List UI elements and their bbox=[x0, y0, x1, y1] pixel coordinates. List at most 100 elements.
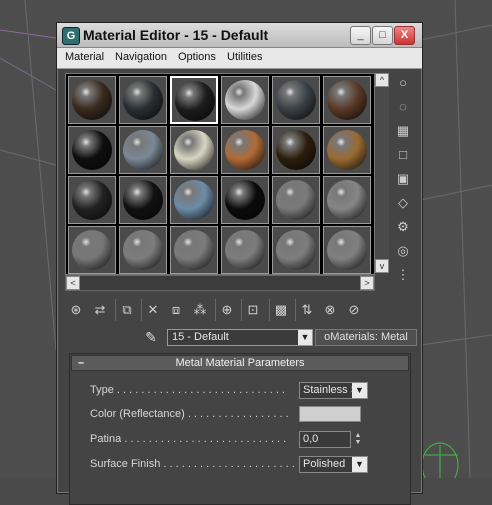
param-label-type: Type . . . . . . . . . . . . . . . . . .… bbox=[90, 384, 285, 396]
type-dropdown[interactable]: Stainless Steel ▼ bbox=[299, 382, 368, 399]
minimize-button[interactable]: _ bbox=[350, 26, 371, 45]
go-to-parent-icon[interactable]: ⊗ bbox=[319, 299, 341, 321]
material-sphere-preview bbox=[276, 130, 316, 170]
material-sphere-preview bbox=[327, 130, 367, 170]
material-sphere-preview bbox=[276, 230, 316, 270]
sample-slot[interactable] bbox=[323, 176, 371, 224]
sample-slot[interactable] bbox=[68, 126, 116, 174]
background-checker-icon[interactable]: ▦ bbox=[393, 121, 413, 141]
sample-slot[interactable] bbox=[272, 76, 320, 124]
reset-map-icon[interactable]: ✕ bbox=[141, 299, 164, 321]
sample-slot[interactable] bbox=[221, 176, 269, 224]
scroll-up-button[interactable]: ^ bbox=[375, 73, 389, 87]
go-forward-to-sibling-icon[interactable]: ⊘ bbox=[343, 299, 365, 321]
sample-slot[interactable] bbox=[119, 226, 167, 274]
sample-slot[interactable] bbox=[68, 226, 116, 274]
material-sphere-preview bbox=[174, 180, 214, 220]
patina-value: 0,0 bbox=[303, 433, 319, 445]
copy-material-icon[interactable]: ⧈ bbox=[165, 299, 187, 321]
show-map-in-viewport-icon[interactable]: ▩ bbox=[269, 299, 292, 321]
sample-slot[interactable] bbox=[170, 126, 218, 174]
chevron-down-icon[interactable]: ▼ bbox=[352, 383, 367, 398]
scroll-down-button[interactable]: v bbox=[375, 259, 389, 273]
chevron-down-icon[interactable]: ▼ bbox=[298, 330, 312, 345]
assign-to-selection-icon[interactable]: ⧉ bbox=[115, 299, 138, 321]
material-sphere-preview bbox=[72, 80, 112, 120]
patina-field[interactable]: 0,0 bbox=[299, 431, 351, 448]
material-sphere-preview bbox=[327, 230, 367, 270]
material-sphere-preview bbox=[225, 230, 265, 270]
sample-slot[interactable] bbox=[119, 76, 167, 124]
sample-slot[interactable] bbox=[119, 176, 167, 224]
menu-bar: Material Navigation Options Utilities bbox=[57, 48, 422, 69]
backlight-icon[interactable]: ◌ bbox=[393, 97, 413, 117]
make-unique-icon[interactable]: ⁂ bbox=[189, 299, 211, 321]
spinner-down-icon[interactable]: ▼ bbox=[353, 439, 363, 446]
material-sphere-preview bbox=[276, 180, 316, 220]
material-toolbar: ⊛ ⇄ ⧉ ✕ ⧈ ⁂ ⊕ ⊡ ▩ ⇅ ⊗ ⊘ bbox=[65, 299, 410, 321]
window-title: Material Editor - 15 - Default bbox=[83, 27, 269, 43]
sample-slot[interactable] bbox=[272, 176, 320, 224]
maximize-button[interactable]: □ bbox=[372, 26, 393, 45]
material-sphere-preview bbox=[72, 180, 112, 220]
patina-spinner[interactable]: ▲ ▼ bbox=[353, 432, 363, 447]
sample-slot[interactable] bbox=[68, 76, 116, 124]
menu-utilities[interactable]: Utilities bbox=[227, 51, 262, 63]
material-type-button[interactable]: oMaterials: Metal bbox=[315, 329, 417, 346]
material-map-navigator-icon[interactable]: ⋮ bbox=[393, 265, 413, 285]
menu-material[interactable]: Material bbox=[65, 51, 104, 63]
material-sphere-preview bbox=[225, 130, 265, 170]
spinner-up-icon[interactable]: ▲ bbox=[353, 432, 363, 439]
menu-navigation[interactable]: Navigation bbox=[115, 51, 167, 63]
material-sphere-preview bbox=[327, 80, 367, 120]
scroll-left-button[interactable]: < bbox=[66, 276, 80, 290]
sample-slot[interactable] bbox=[170, 76, 218, 124]
sample-slot[interactable] bbox=[221, 126, 269, 174]
sample-slot[interactable] bbox=[170, 176, 218, 224]
rollout-header[interactable]: – Metal Material Parameters bbox=[71, 355, 409, 371]
material-sphere-preview bbox=[123, 230, 163, 270]
sample-slot[interactable] bbox=[323, 126, 371, 174]
make-preview-icon[interactable]: ◇ bbox=[393, 193, 413, 213]
material-sphere-preview bbox=[175, 81, 215, 121]
material-sphere-preview bbox=[276, 80, 316, 120]
sample-horizontal-scrollbar[interactable]: < > bbox=[65, 275, 375, 291]
options-icon[interactable]: ⚙ bbox=[393, 217, 413, 237]
get-material-icon[interactable]: ⊛ bbox=[65, 299, 87, 321]
sample-uv-tiling-icon[interactable]: □ bbox=[393, 145, 413, 165]
material-sphere-preview bbox=[174, 130, 214, 170]
sample-slot[interactable] bbox=[170, 226, 218, 274]
sample-type-icon[interactable]: ○ bbox=[393, 73, 413, 93]
scroll-right-button[interactable]: > bbox=[360, 276, 374, 290]
material-sphere-preview bbox=[123, 80, 163, 120]
pick-material-from-object-icon[interactable]: ✎ bbox=[141, 329, 161, 347]
material-id-channel-icon[interactable]: ⊡ bbox=[241, 299, 264, 321]
title-bar[interactable]: G Material Editor - 15 - Default _ □ X bbox=[57, 23, 422, 48]
side-toolbar: ○ ◌ ▦ □ ▣ ◇ ⚙ ◎ ⋮ bbox=[391, 71, 417, 293]
sample-slot[interactable] bbox=[323, 76, 371, 124]
sample-slot[interactable] bbox=[221, 226, 269, 274]
sample-slot[interactable] bbox=[272, 126, 320, 174]
collapse-icon[interactable]: – bbox=[78, 356, 84, 370]
sample-slot[interactable] bbox=[119, 126, 167, 174]
put-to-library-icon[interactable]: ⊕ bbox=[215, 299, 238, 321]
sample-slot[interactable] bbox=[221, 76, 269, 124]
sample-vertical-scrollbar[interactable]: ^ v bbox=[375, 73, 389, 273]
material-sphere-preview bbox=[174, 230, 214, 270]
show-end-result-icon[interactable]: ⇅ bbox=[295, 299, 318, 321]
put-to-scene-icon[interactable]: ⇄ bbox=[89, 299, 111, 321]
video-color-check-icon[interactable]: ▣ bbox=[393, 169, 413, 189]
material-name-field[interactable]: 15 - Default ▼ bbox=[167, 329, 313, 346]
app-icon: G bbox=[62, 27, 80, 45]
close-button[interactable]: X bbox=[394, 26, 415, 45]
select-by-material-icon[interactable]: ◎ bbox=[393, 241, 413, 261]
param-label-patina: Patina . . . . . . . . . . . . . . . . .… bbox=[90, 433, 287, 445]
sample-slot[interactable] bbox=[68, 176, 116, 224]
chevron-down-icon[interactable]: ▼ bbox=[352, 457, 367, 472]
surface-finish-dropdown[interactable]: Polished ▼ bbox=[299, 456, 368, 473]
sample-slot[interactable] bbox=[272, 226, 320, 274]
reflectance-color-swatch[interactable] bbox=[299, 406, 361, 422]
material-editor-window: G Material Editor - 15 - Default _ □ X M… bbox=[56, 22, 423, 505]
menu-options[interactable]: Options bbox=[178, 51, 216, 63]
sample-slot[interactable] bbox=[323, 226, 371, 274]
